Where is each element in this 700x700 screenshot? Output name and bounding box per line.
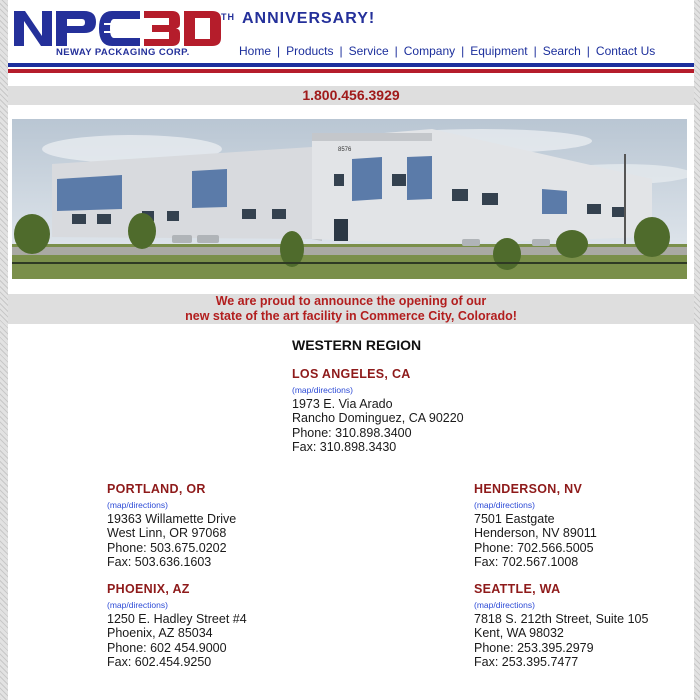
phone-number: 1.800.456.3929 xyxy=(8,86,694,105)
location-street: 1250 E. Hadley Street #4 xyxy=(107,611,247,626)
anniversary-heading: ANNIVERSARY! xyxy=(242,10,376,27)
region-title: WESTERN REGION xyxy=(292,337,422,353)
location-city: PORTLAND, OR xyxy=(107,482,206,496)
announcement-line-1: We are proud to announce the opening of … xyxy=(215,294,487,308)
nav-separator: | xyxy=(339,44,343,58)
location-los-angeles: LOS ANGELES, CA (map/directions) 1973 E.… xyxy=(292,367,464,455)
nav-company[interactable]: Company xyxy=(404,44,455,58)
location-street: 19363 Willamette Drive xyxy=(107,511,237,526)
location-city-state: West Linn, OR 97068 xyxy=(107,526,227,540)
location-fax: Fax: 253.395.7477 xyxy=(474,655,579,669)
building-number: 8576 xyxy=(338,147,352,153)
location-portland: PORTLAND, OR (map/directions) 19363 Will… xyxy=(107,482,236,570)
facility-photo: 8576 xyxy=(12,119,687,279)
map-directions-link[interactable]: (map/directions) xyxy=(292,385,464,396)
map-directions-link[interactable]: (map/directions) xyxy=(474,500,597,511)
location-city-state: Kent, WA 98032 xyxy=(474,626,564,640)
location-city-state: Henderson, NV 89011 xyxy=(474,526,597,540)
nav-home[interactable]: Home xyxy=(239,44,271,58)
header-rule-red xyxy=(8,69,694,73)
location-city: SEATTLE, WA xyxy=(474,582,561,596)
location-phone: Phone: 253.395.2979 xyxy=(474,640,594,655)
map-directions-link[interactable]: (map/directions) xyxy=(107,600,247,611)
announcement-line-2: new state of the art facility in Commerc… xyxy=(185,309,517,323)
nav-products[interactable]: Products xyxy=(286,44,333,58)
location-phoenix: PHOENIX, AZ (map/directions) 1250 E. Had… xyxy=(107,582,247,670)
nav-separator: | xyxy=(586,44,590,58)
location-street: 7818 S. 212th Street, Suite 105 xyxy=(474,611,649,626)
location-fax: Fax: 503.636.1603 xyxy=(107,555,212,569)
location-henderson: HENDERSON, NV (map/directions) 7501 East… xyxy=(474,482,597,570)
location-fax: Fax: 602.454.9250 xyxy=(107,655,212,669)
location-phone: Phone: 602 454.9000 xyxy=(107,640,227,655)
nav-equipment[interactable]: Equipment xyxy=(470,44,527,58)
location-street: 1973 E. Via Arado xyxy=(292,396,393,411)
nav-contact-us[interactable]: Contact Us xyxy=(596,44,655,58)
nav-separator: | xyxy=(394,44,398,58)
location-city-state: Rancho Dominguez, CA 90220 xyxy=(292,411,464,425)
nav-separator: | xyxy=(277,44,281,58)
nav-search[interactable]: Search xyxy=(543,44,581,58)
location-city: HENDERSON, NV xyxy=(474,482,583,496)
location-city-state: Phoenix, AZ 85034 xyxy=(107,626,213,640)
header-rule-blue xyxy=(8,63,694,67)
map-directions-link[interactable]: (map/directions) xyxy=(107,500,236,511)
nav-service[interactable]: Service xyxy=(349,44,389,58)
location-phone: Phone: 503.675.0202 xyxy=(107,540,227,555)
location-street: 7501 Eastgate xyxy=(474,511,555,526)
location-city: PHOENIX, AZ xyxy=(107,582,190,596)
page: NEWAY PACKAGING CORP. TH ANNIVERSARY! Ho… xyxy=(8,0,694,700)
location-phone: Phone: 702.566.5005 xyxy=(474,540,594,555)
anniversary-superscript: TH xyxy=(221,12,235,22)
location-fax: Fax: 310.898.3430 xyxy=(292,440,397,454)
location-phone: Phone: 310.898.3400 xyxy=(292,425,412,440)
announcement-bar: We are proud to announce the opening of … xyxy=(8,294,694,324)
location-seattle: SEATTLE, WA (map/directions) 7818 S. 212… xyxy=(474,582,648,670)
location-city: LOS ANGELES, CA xyxy=(292,367,411,381)
nav-separator: | xyxy=(533,44,537,58)
logo-subtitle: NEWAY PACKAGING CORP. xyxy=(56,47,190,57)
nav-separator: | xyxy=(461,44,465,58)
main-nav: Home | Products | Service | Company | Equipment |… xyxy=(239,44,655,58)
location-fax: Fax: 702.567.1008 xyxy=(474,555,579,569)
npc-logo[interactable]: NEWAY PACKAGING CORP. xyxy=(12,9,232,57)
map-directions-link[interactable]: (map/directions) xyxy=(474,600,648,611)
